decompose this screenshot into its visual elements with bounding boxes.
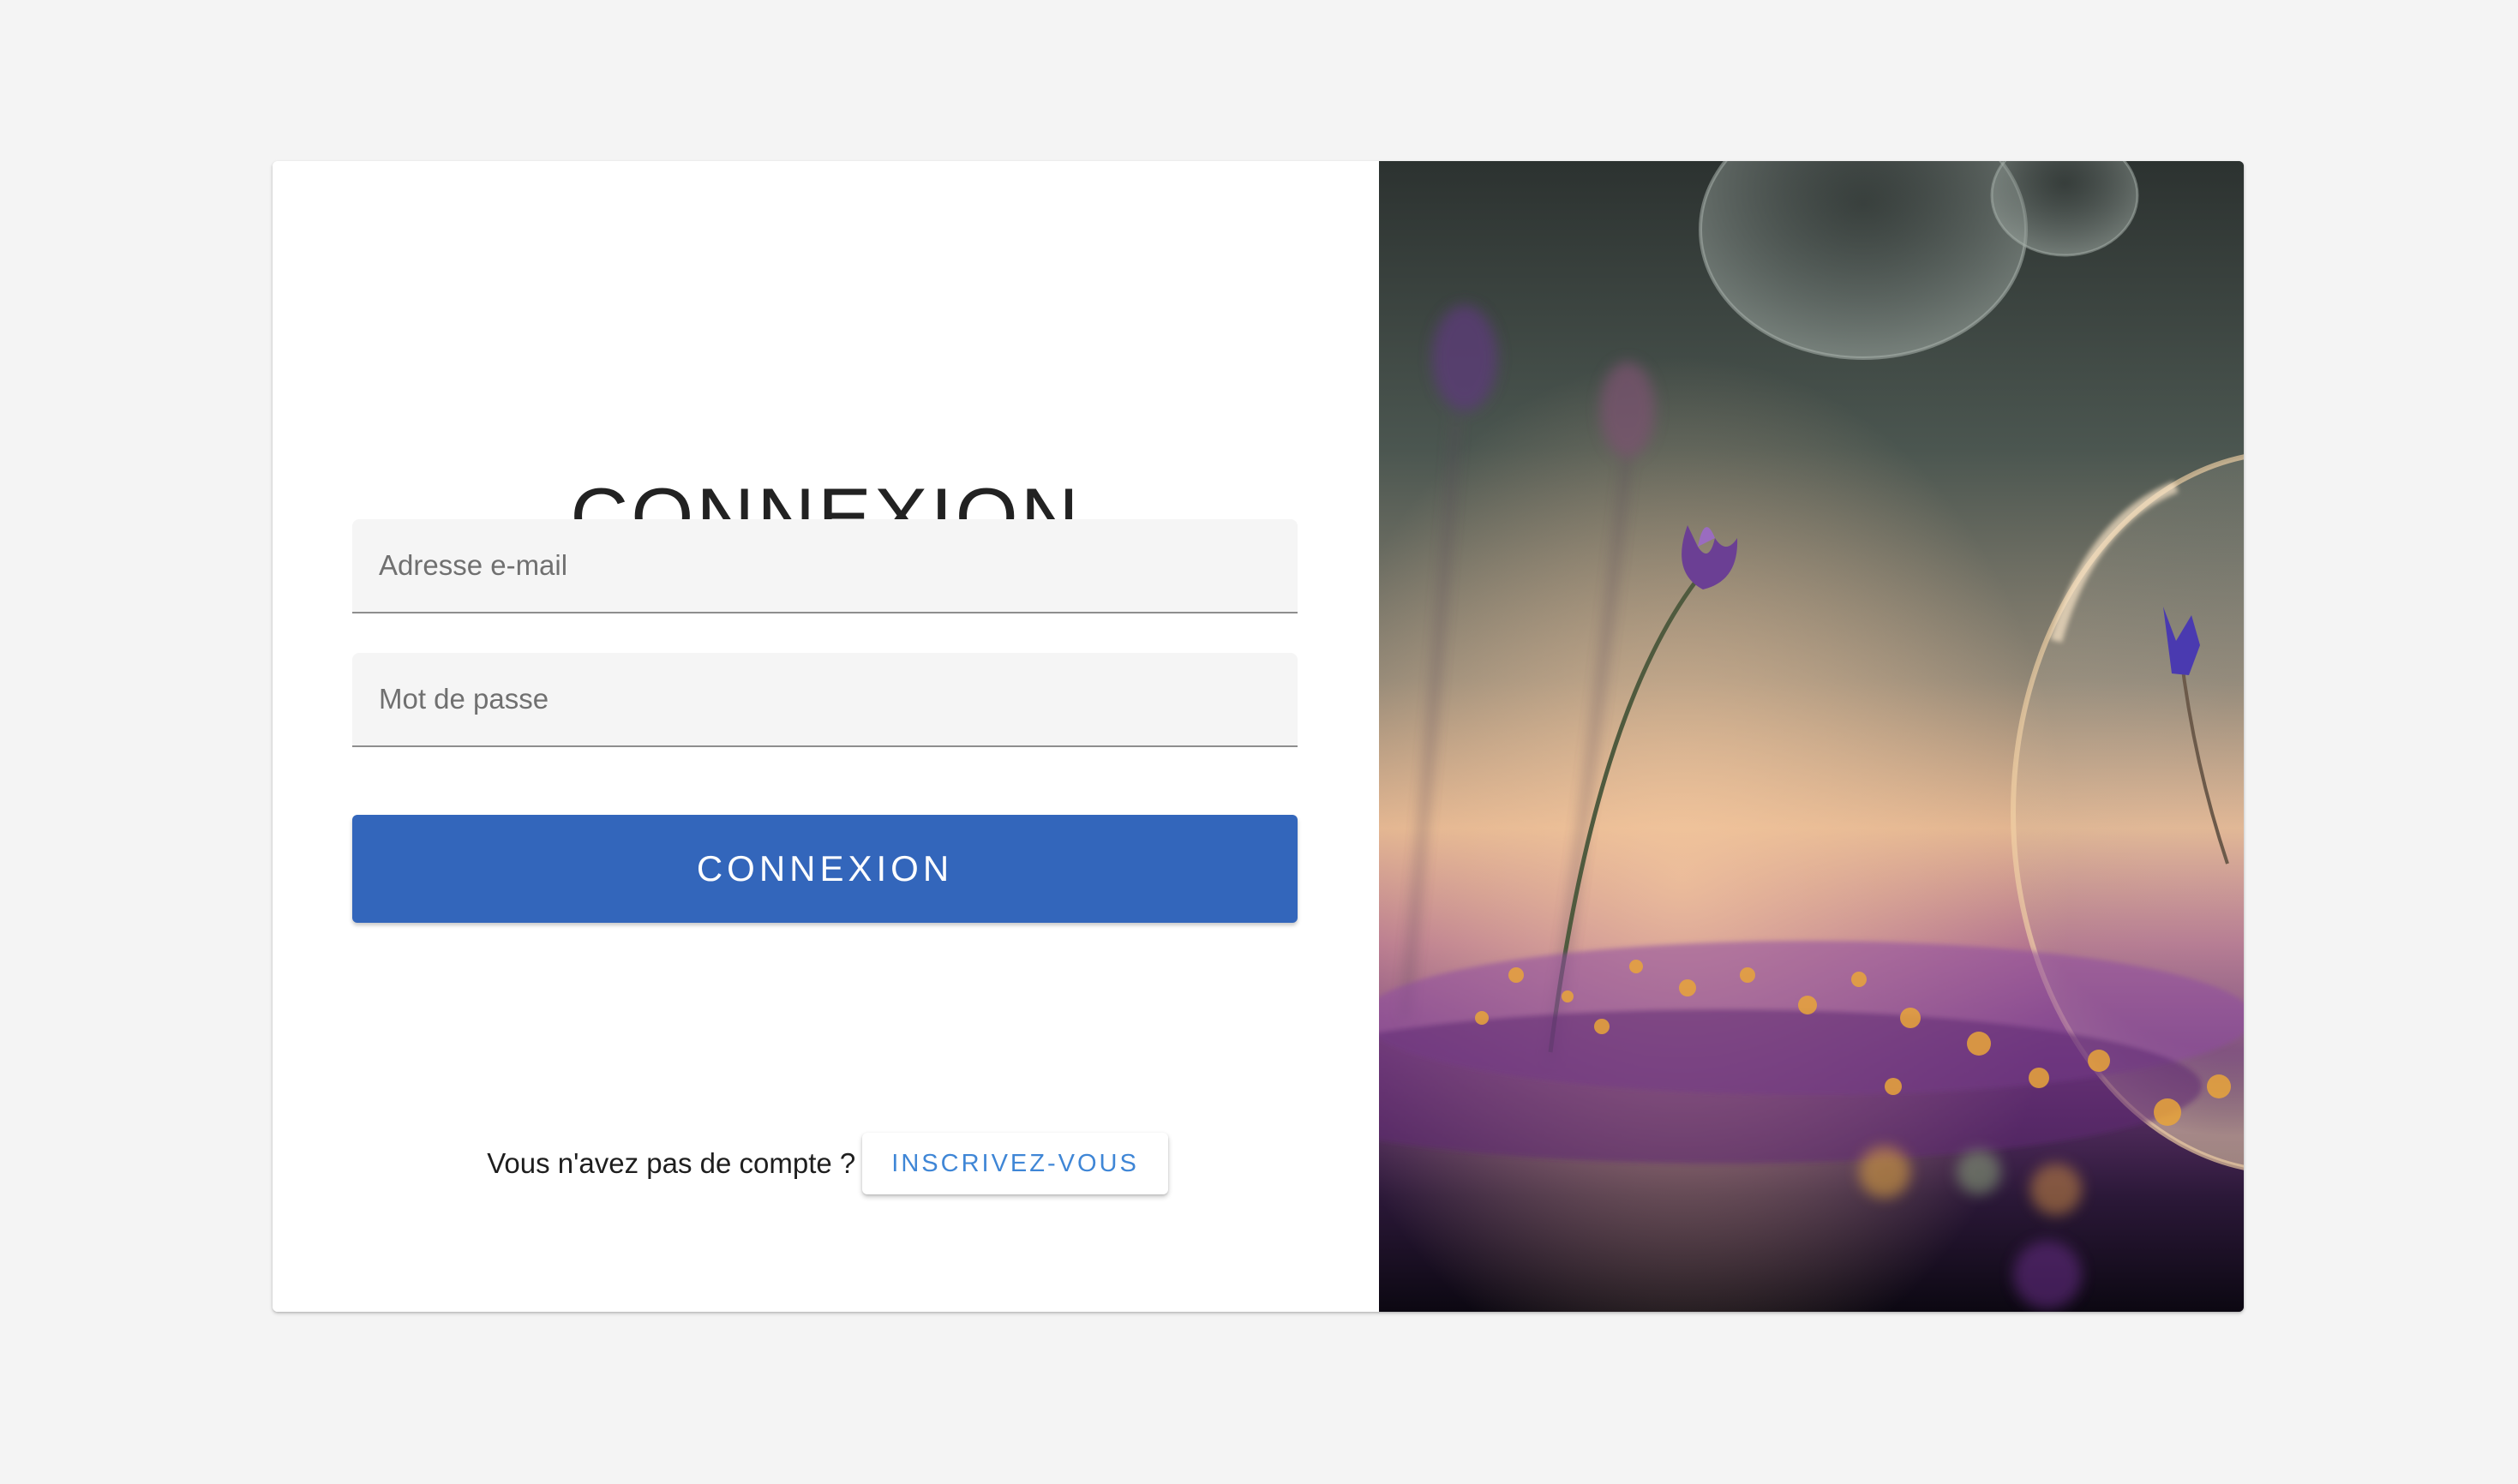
signup-button[interactable]: INSCRIVEZ-VOUS bbox=[862, 1133, 1168, 1194]
signup-row: Vous n'avez pas de compte ? INSCRIVEZ-VO… bbox=[273, 1133, 1379, 1194]
password-field[interactable] bbox=[352, 653, 1298, 747]
login-button[interactable]: CONNEXION bbox=[352, 815, 1298, 923]
signup-prompt: Vous n'avez pas de compte ? bbox=[487, 1147, 856, 1179]
login-form-panel: CONNEXION CONNEXION Vous n'avez pas de c… bbox=[273, 161, 1379, 1312]
email-field[interactable] bbox=[352, 519, 1298, 613]
email-input[interactable] bbox=[352, 519, 1298, 612]
login-card: CONNEXION CONNEXION Vous n'avez pas de c… bbox=[273, 161, 2244, 1312]
flower-bubble-illustration bbox=[1379, 161, 2244, 1312]
hero-image bbox=[1379, 161, 2244, 1312]
password-input[interactable] bbox=[352, 653, 1298, 745]
